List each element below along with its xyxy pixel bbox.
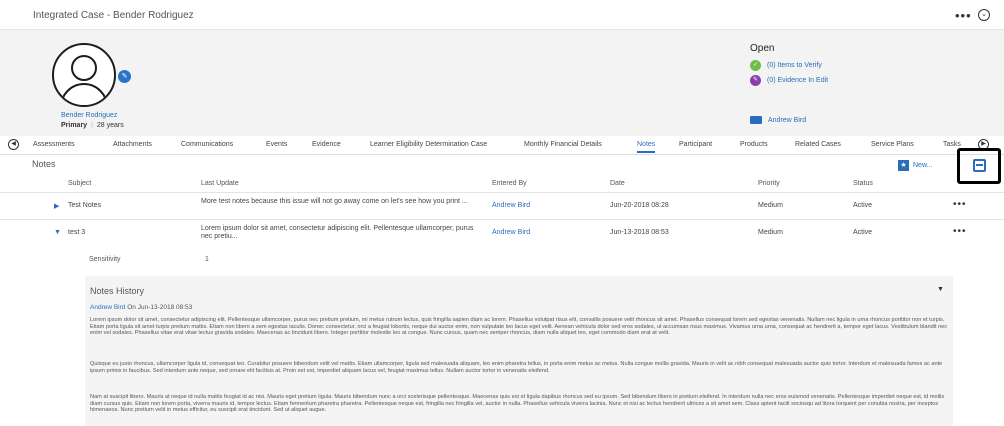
notes-history-panel: Notes History ▼ Andrew Bird On Jun-13-20… [85, 276, 953, 426]
row-priority: Medium [758, 202, 783, 209]
edit-evidence-icon: ✎ [750, 75, 761, 86]
row-actions-icon[interactable]: ••• [953, 226, 967, 237]
tab-attachments[interactable]: Attachments [113, 141, 152, 148]
new-note-label: New... [913, 162, 933, 169]
edit-avatar-icon[interactable]: ✎ [118, 70, 131, 83]
row-status: Active [853, 202, 873, 209]
tab-notes[interactable]: Notes [637, 141, 656, 153]
tab-scroll-left-icon[interactable]: ◀ [8, 139, 19, 150]
history-paragraph: Nam at suscipit libero. Mauris at neque … [90, 394, 945, 414]
items-to-verify-label: (0) Items to Verify [767, 62, 822, 69]
case-status: Open [750, 43, 775, 54]
sensitivity-value: 1 [205, 256, 209, 263]
person-age: 28 years [96, 122, 124, 129]
tab-communications[interactable]: Communications [181, 141, 233, 148]
sensitivity-label: Sensitivity [89, 256, 121, 263]
col-priority[interactable]: Priority [758, 180, 780, 187]
history-date: Jun-13-2018 08:53 [137, 304, 193, 311]
more-actions-icon[interactable]: ••• [955, 8, 972, 23]
col-date[interactable]: Date [610, 180, 625, 187]
items-to-verify-link[interactable]: ✓ (0) Items to Verify [750, 60, 822, 71]
person-name-link[interactable]: Bender Rodriguez [61, 112, 117, 119]
history-author-link[interactable]: Andrew Bird [90, 304, 125, 311]
history-collapse-icon[interactable]: ▼ [937, 286, 944, 293]
tab-assessments[interactable]: Assessments [33, 141, 75, 148]
collapse-row-icon[interactable]: ▼ [54, 229, 61, 236]
col-subject[interactable]: Subject [68, 180, 91, 187]
briefcase-icon [750, 116, 762, 124]
person-role: Primary [61, 122, 88, 129]
meta-separator: | [91, 122, 93, 129]
notes-history-title: Notes History [90, 286, 145, 296]
avatar-body [60, 83, 108, 105]
row-last-update: More test notes because this issue will … [201, 198, 468, 205]
case-header: ✎ [0, 30, 1004, 136]
evidence-in-edit-label: (0) Evidence In Edit [767, 77, 829, 84]
row-priority: Medium [758, 229, 783, 236]
row-actions-icon[interactable]: ••• [953, 199, 967, 210]
history-meta: Andrew Bird On Jun-13-2018 08:53 [90, 304, 192, 311]
tab-products[interactable]: Products [740, 141, 768, 148]
avatar-head [71, 55, 97, 81]
table-row[interactable]: ▶ Test Notes More test notes because thi… [0, 192, 1004, 219]
evidence-in-edit-link[interactable]: ✎ (0) Evidence In Edit [750, 75, 828, 86]
row-entered-by-link[interactable]: Andrew Bird [492, 229, 530, 236]
avatar [52, 43, 116, 107]
tab-service-plans[interactable]: Service Plans [871, 141, 914, 148]
tab-tasks[interactable]: Tasks [943, 141, 961, 148]
row-status: Active [853, 229, 873, 236]
print-icon[interactable] [973, 159, 986, 172]
tab-related-cases[interactable]: Related Cases [795, 141, 841, 148]
verify-icon: ✓ [750, 60, 761, 71]
row-date: Jun-13-2018 08:53 [610, 229, 669, 236]
tab-monthly-financial[interactable]: Monthly Financial Details [524, 141, 602, 148]
person-meta: Primary | 28 years [61, 122, 124, 129]
tab-evidence[interactable]: Evidence [312, 141, 341, 148]
case-owner-link[interactable]: Andrew Bird [750, 116, 806, 124]
history-paragraph: Quisque eu justo rhoncus, ullamcorper li… [90, 361, 943, 374]
row-subject: test 3 [68, 229, 86, 236]
case-owner-name: Andrew Bird [768, 116, 807, 124]
history-paragraph: Lorem ipsum dolor sit amet, consectetur … [90, 317, 948, 337]
new-note-button[interactable]: ★ New... [898, 160, 932, 171]
tab-participant[interactable]: Participant [679, 141, 712, 148]
table-row[interactable]: ▼ test 3 Lorem ipsum dolor sit amet, con… [0, 219, 1004, 247]
row-subject: Test Notes [68, 202, 102, 209]
col-last-update[interactable]: Last Update [201, 180, 239, 187]
row-date: Jun-20-2018 08:28 [610, 202, 669, 209]
collapse-header-icon[interactable]: ⌄ [978, 9, 990, 21]
notes-title: Notes [32, 159, 56, 169]
row-last-update: Lorem ipsum dolor sit amet, consectetur … [201, 225, 474, 240]
tab-bar: ◀ Assessments Attachments Communications… [0, 136, 1004, 155]
top-bar: Integrated Case - Bender Rodriguez ••• ⌄ [0, 0, 1004, 30]
col-status[interactable]: Status [853, 180, 873, 187]
new-star-icon: ★ [898, 160, 909, 171]
case-title: Integrated Case - Bender Rodriguez [33, 10, 194, 21]
tab-events[interactable]: Events [266, 141, 287, 148]
row-entered-by-link[interactable]: Andrew Bird [492, 202, 530, 209]
tab-learner-eligibility[interactable]: Learner Eligibility Determination Case [370, 141, 487, 148]
notes-table-header: Subject Last Update Entered By Date Prio… [0, 178, 1004, 190]
expand-row-icon[interactable]: ▶ [54, 202, 59, 210]
history-on-label: On [127, 304, 136, 311]
col-entered-by[interactable]: Entered By [492, 180, 527, 187]
